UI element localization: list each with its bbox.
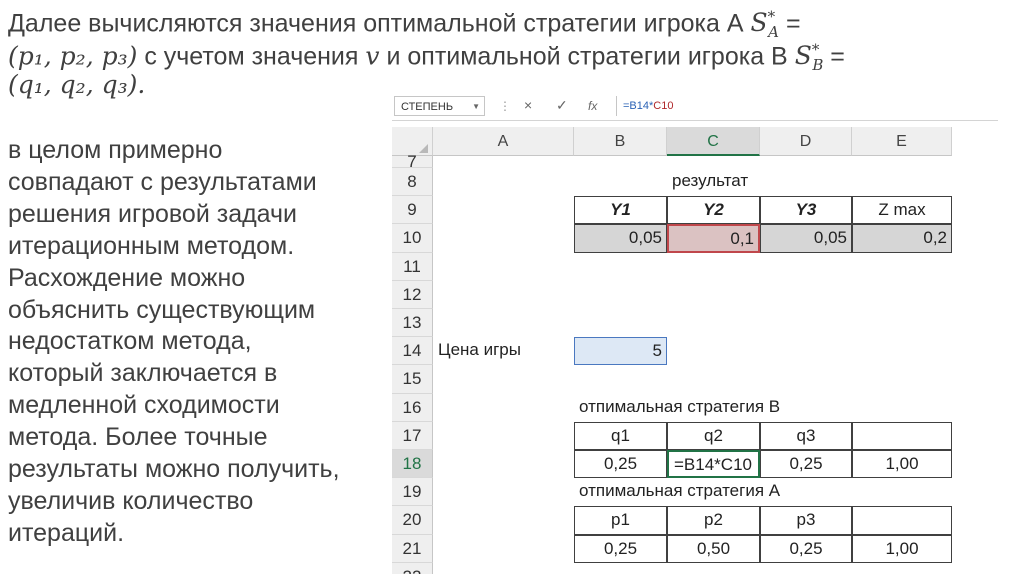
row-header-20[interactable]: 20 <box>392 506 433 535</box>
explanation-line: метода. Более точные <box>8 423 268 452</box>
explanation-line: итераций. <box>8 518 125 547</box>
row-header-14[interactable]: 14 <box>392 337 433 366</box>
cancel-icon[interactable]: × <box>524 97 532 113</box>
separator: ⋮ <box>499 99 511 113</box>
cell-b20[interactable]: p1 <box>574 506 667 535</box>
explanation-line: результаты можно получить, <box>8 455 340 484</box>
explanation-line: недостатком метода, <box>8 327 252 356</box>
column-header-d[interactable]: D <box>760 127 852 156</box>
strategy-a-symbol: S*A <box>750 8 779 42</box>
cell-b16[interactable]: отпимальная стратегия В <box>574 394 867 422</box>
chevron-down-icon[interactable]: ▼ <box>472 97 480 117</box>
formula-bar: СТЕПЕНЬ ▼ ⋮ × ✓ fx =B14*C10 <box>392 93 998 121</box>
cell-e10[interactable]: 0,2 <box>852 224 952 253</box>
cell-c20[interactable]: p2 <box>667 506 760 535</box>
name-box[interactable]: СТЕПЕНЬ ▼ <box>394 96 485 116</box>
strategy-b-symbol: S*B <box>794 41 824 75</box>
row-header-15[interactable]: 15 <box>392 365 433 394</box>
cell-e18[interactable]: 1,00 <box>852 450 952 479</box>
row-header-7[interactable]: 7 <box>392 153 433 170</box>
q-vector: (q₁, q₂, q₃). <box>8 70 146 99</box>
cell-d10[interactable]: 0,05 <box>760 224 852 253</box>
cell-b19[interactable]: отпимальная стратегия А <box>574 478 867 506</box>
explanation-line: который заключается в <box>8 359 278 388</box>
formula-input[interactable]: =B14*C10 <box>616 96 996 116</box>
row-header-8[interactable]: 8 <box>392 168 433 197</box>
explanation-line: объяснить существующим <box>8 295 316 324</box>
explanation-line: Расхождение можно <box>8 263 246 292</box>
cell-e9[interactable]: Z max <box>852 196 952 225</box>
cell-b18[interactable]: 0,25 <box>574 450 667 479</box>
row-header-19[interactable]: 19 <box>392 478 433 507</box>
column-header-e[interactable]: E <box>852 127 952 156</box>
cell-b14[interactable]: 5 <box>574 337 667 366</box>
cell-c18[interactable]: =B14*C10 <box>667 450 760 479</box>
column-header-b[interactable]: B <box>574 127 667 156</box>
insert-function-icon[interactable]: fx <box>588 99 597 113</box>
cell-e20[interactable] <box>852 506 952 535</box>
enter-icon[interactable]: ✓ <box>556 97 568 114</box>
cell-c21[interactable]: 0,50 <box>667 534 760 563</box>
explanation-line: увеличив количество <box>8 486 254 515</box>
row-header-22[interactable]: 22 <box>392 562 433 574</box>
row-header-12[interactable]: 12 <box>392 280 433 309</box>
cell-b21[interactable]: 0,25 <box>574 534 667 563</box>
explanation-line: медленной сходимости <box>8 391 280 420</box>
cell-c8[interactable]: результат <box>667 168 960 196</box>
cell-b10[interactable]: 0,05 <box>574 224 667 253</box>
header-line-3: (q₁, q₂, q₃). <box>8 70 145 100</box>
p-vector: (p₁, p₂, p₃) <box>8 41 138 71</box>
cell-c17[interactable]: q2 <box>667 421 760 450</box>
spreadsheet: СТЕПЕНЬ ▼ ⋮ × ✓ fx =B14*C10 A B C D E 7 8 9 10 11 1… <box>392 93 998 574</box>
row-header-11[interactable]: 11 <box>392 252 433 281</box>
cell-b17[interactable]: q1 <box>574 421 667 450</box>
game-value-symbol: v <box>365 41 380 71</box>
cell-c10[interactable]: 0,1 <box>667 224 760 253</box>
cell-c9[interactable]: Y2 <box>667 196 760 225</box>
column-header-c[interactable]: C <box>667 127 760 156</box>
explanation-line: совпадают с результатами <box>8 167 317 196</box>
row-header-13[interactable]: 13 <box>392 309 433 338</box>
cell-d21[interactable]: 0,25 <box>760 534 852 563</box>
cell-b9[interactable]: Y1 <box>574 196 667 225</box>
cell-e17[interactable] <box>852 421 952 450</box>
cell-d18[interactable]: 0,25 <box>760 450 852 479</box>
column-header-a[interactable]: A <box>433 127 574 156</box>
row-header-18[interactable]: 18 <box>392 450 433 479</box>
row-header-21[interactable]: 21 <box>392 534 433 563</box>
row-header-17[interactable]: 17 <box>392 421 433 450</box>
explanation-line: итерационным методом. <box>8 231 295 260</box>
cell-d17[interactable]: q3 <box>760 421 852 450</box>
row-header-10[interactable]: 10 <box>392 224 433 253</box>
explanation-line: в целом примерно <box>8 136 223 164</box>
cell-d9[interactable]: Y3 <box>760 196 852 225</box>
cell-e21[interactable]: 1,00 <box>852 534 952 563</box>
explanation-line: решения игровой задачи <box>8 199 298 228</box>
header-line-1-text: Далее вычисляются значения оптимальной с… <box>8 9 751 38</box>
cell-d20[interactable]: p3 <box>760 506 852 535</box>
explanation-text: в целом примерно совпадают с результатами… <box>8 135 383 550</box>
row-header-16[interactable]: 16 <box>392 393 433 422</box>
row-header-9[interactable]: 9 <box>392 196 433 225</box>
